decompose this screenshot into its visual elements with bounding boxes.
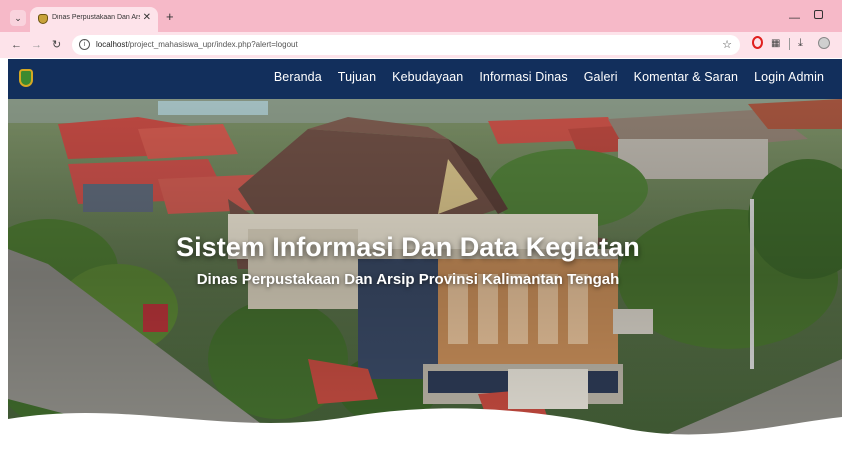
reload-icon[interactable]: ↻ — [52, 38, 61, 52]
hero-title: Sistem Informasi Dan Data Kegiatan — [176, 232, 640, 262]
arrow-left-icon[interactable]: ← — [11, 38, 22, 52]
hero-banner: Sistem Informasi Dan Data Kegiatan Dinas… — [8, 99, 842, 451]
extensions-icon[interactable]: ▦ — [771, 38, 780, 49]
nav-item-tujuan[interactable]: Tujuan — [338, 70, 376, 84]
nav-item-kebudayaan[interactable]: Kebudayaan — [392, 70, 463, 84]
nav-item-beranda[interactable]: Beranda — [274, 70, 322, 84]
chevron-down-icon[interactable]: ⌄ — [10, 10, 26, 26]
address-bar[interactable]: i localhost/project_mahasiswa_upr/index.… — [72, 35, 740, 55]
download-icon[interactable]: ⤓ — [798, 37, 803, 50]
coat-of-arms-logo[interactable] — [19, 69, 33, 87]
browser-toolbar: ← → ↻ i localhost/project_mahasiswa_upr/… — [0, 32, 842, 58]
arrow-right-icon[interactable]: → — [31, 38, 42, 52]
browser-window: ⌄ Dinas Perpustakaan Dan Arsip Pr ✕ + — … — [0, 0, 842, 459]
tab-title: Dinas Perpustakaan Dan Arsip Pr — [52, 14, 140, 21]
nav-item-galeri[interactable]: Galeri — [584, 70, 618, 84]
minimize-icon[interactable]: — — [789, 12, 800, 24]
coat-of-arms-icon — [38, 14, 48, 24]
star-icon[interactable]: ☆ — [722, 38, 732, 51]
tab-strip: ⌄ Dinas Perpustakaan Dan Arsip Pr ✕ + — — [0, 0, 842, 32]
info-icon[interactable]: i — [79, 39, 90, 50]
close-icon[interactable]: ✕ — [143, 12, 151, 23]
profile-avatar-icon[interactable] — [818, 37, 830, 49]
nav-item-login-admin[interactable]: Login Admin — [754, 70, 824, 84]
url-path: /project_mahasiswa_upr/index.php?alert=l… — [127, 40, 298, 49]
site-navbar: Beranda Tujuan Kebudayaan Informasi Dina… — [8, 59, 842, 99]
hero-subtitle: Dinas Perpustakaan Dan Arsip Provinsi Ka… — [196, 271, 620, 288]
toolbar-separator — [789, 38, 790, 50]
nav-item-komentar-saran[interactable]: Komentar & Saran — [634, 70, 738, 84]
restore-icon[interactable] — [814, 10, 823, 19]
nav-links: Beranda Tujuan Kebudayaan Informasi Dina… — [274, 70, 824, 84]
opera-icon[interactable] — [752, 36, 763, 49]
plus-icon[interactable]: + — [166, 10, 174, 23]
url-host: localhost — [96, 40, 128, 49]
nav-item-informasi-dinas[interactable]: Informasi Dinas — [479, 70, 567, 84]
url-text: localhost/project_mahasiswa_upr/index.ph… — [96, 40, 298, 49]
browser-tab[interactable]: Dinas Perpustakaan Dan Arsip Pr ✕ — [30, 7, 158, 32]
